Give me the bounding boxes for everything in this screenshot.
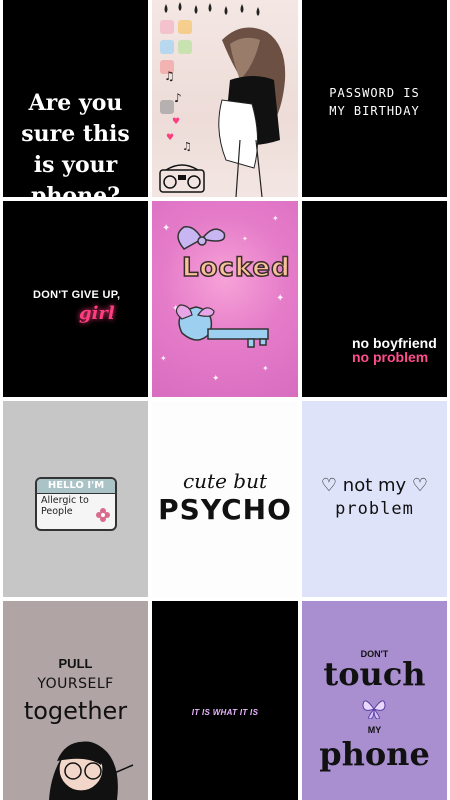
svg-text:✦: ✦ [160,354,167,363]
wallpaper-text-line2: problem [335,499,414,519]
girl-illustration-art: ♫ ♪ ♥ ♥ ♫ [159,2,286,197]
svg-text:♪: ♪ [174,91,182,105]
wallpaper-password[interactable]: PASSWORD IS MY BIRTHDAY [302,0,447,197]
wallpaper-no-boyfriend[interactable]: no boyfriend no problem [302,201,447,397]
wallpaper-text-line2: no problem [352,349,429,365]
badge-text: Allergic to People [41,495,89,517]
svg-text:♥: ♥ [166,133,174,143]
wallpaper-text-line1: ♡ not my ♡ [302,475,447,496]
wallpaper-text-line2: girl [79,303,115,324]
svg-text:✦: ✦ [242,235,248,243]
svg-text:♥: ♥ [172,117,180,127]
badge-header: HELLO I'M [37,479,115,494]
svg-text:✦: ✦ [272,214,279,223]
sparkle-background: ✦✦ ✦✦ ✦✦ ✦✦ [160,214,284,384]
wallpaper-dont-touch[interactable]: DON'T touch MY phone [302,601,447,800]
butterfly-icon [362,700,386,719]
wallpaper-allergic[interactable]: HELLO I'M Allergic to People [3,401,148,597]
key-icon [175,304,269,348]
wallpaper-dont-give-up[interactable]: DON'T GIVE UP, girl [3,201,148,397]
wallpaper-text: Are you sure this is your phone? [21,90,130,197]
svg-text:♫: ♫ [164,69,175,83]
wallpaper-cute-but-psycho[interactable]: cute but PSYCHO [152,401,298,597]
bow-icon [177,226,226,250]
wallpaper-text-line1-label: not my [342,475,407,496]
wallpaper-text: PASSWORD IS MY BIRTHDAY [329,86,420,118]
svg-text:✦: ✦ [212,374,220,384]
wallpaper-text-line1: DON'T GIVE UP, [33,289,121,301]
wallpaper-locked[interactable]: ✦ ✦ ✦ ✦ ✦ ✦ ✦ ✦ Locked [152,201,298,397]
wallpaper-text-line3: MY [367,725,382,735]
wallpaper-text: IT IS WHAT IT IS [191,708,259,717]
heart-icon: ♡ [411,475,429,496]
wallpaper-text: Locked [181,252,291,284]
svg-text:✦: ✦ [276,293,284,304]
wallpaper-it-is-what-it-is[interactable]: IT IS WHAT IT IS [152,601,298,800]
wallpaper-text-line4: phone [319,735,430,773]
wallpaper-grid: Are you sure this is your phone? ♫ ♪ ♥ ♥… [0,0,450,800]
wallpaper-pull-yourself[interactable]: PULL YOURSELF together [3,601,148,800]
svg-text:✦: ✦ [262,364,269,373]
svg-text:✦: ✦ [162,223,170,234]
wallpaper-not-my-problem[interactable]: ♡ not my ♡ problem [302,401,447,597]
raindrop-icons [164,2,260,16]
character-illustration [49,741,134,800]
flower-icon [96,508,110,522]
svg-text:♫: ♫ [182,140,192,153]
wallpaper-text-line2: touch [323,655,426,693]
wallpaper-girl-illustration[interactable]: ♫ ♪ ♥ ♥ ♫ [152,0,298,197]
heart-icon: ♡ [320,475,338,496]
boombox-icon [159,164,205,193]
name-badge: HELLO I'M Allergic to People [35,477,117,531]
wallpaper-text-line1: cute but [182,469,268,493]
wallpaper-are-you-sure[interactable]: Are you sure this is your phone? [3,0,148,197]
wallpaper-text-line2: PSYCHO [158,493,292,526]
